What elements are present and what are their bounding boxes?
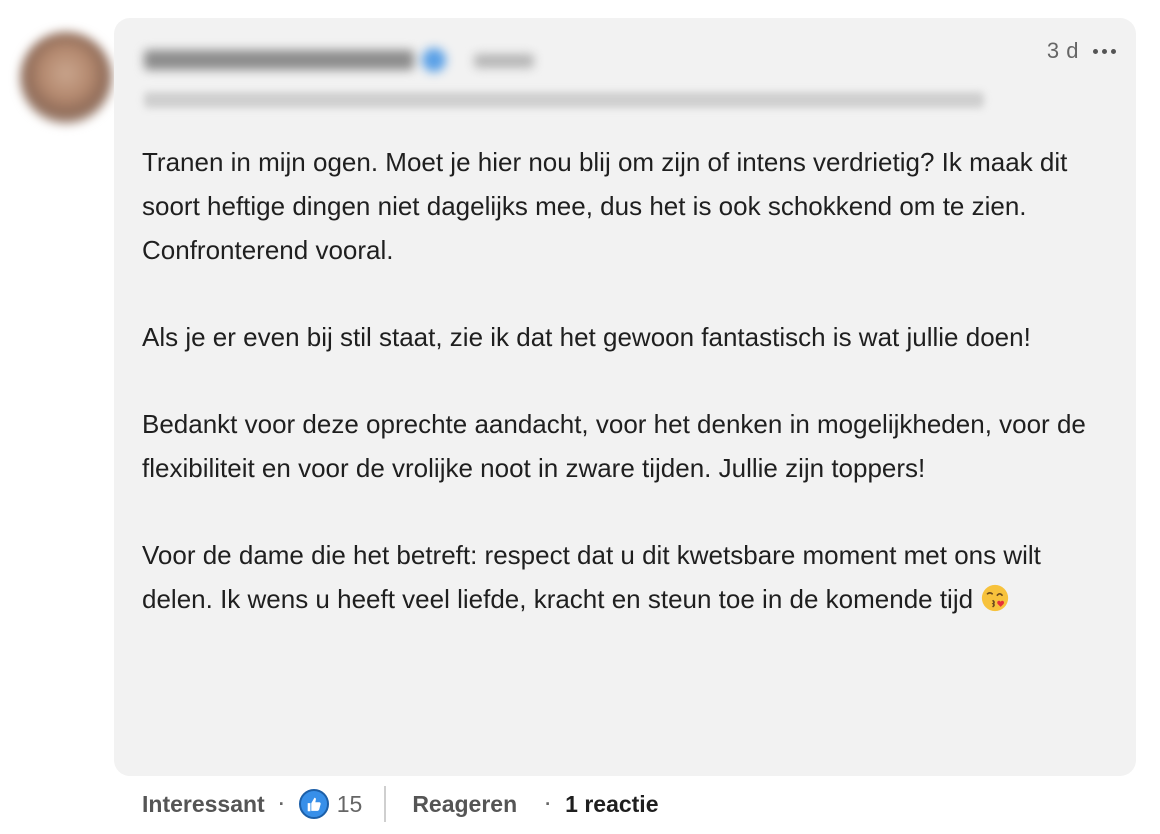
comment-meta: 3 d	[1047, 38, 1116, 64]
face-blowing-kiss-icon	[982, 584, 1009, 612]
comment-paragraph: Bedankt voor deze oprechte aandacht, voo…	[142, 409, 1086, 483]
separator-dot: ·	[545, 793, 552, 814]
author-name-blurred[interactable]	[144, 46, 564, 76]
verified-badge-icon	[422, 48, 446, 72]
reaction-count[interactable]: 15	[337, 791, 363, 818]
actions-divider	[384, 786, 387, 822]
comment-paragraph-text: Voor de dame die het betreft: respect da…	[142, 540, 1041, 614]
more-options-icon[interactable]	[1093, 43, 1116, 60]
react-button[interactable]: Interessant	[142, 791, 265, 818]
comment-paragraph-last: Voor de dame die het betreft: respect da…	[142, 533, 1112, 621]
comment-text: Tranen in mijn ogen. Moet je hier nou bl…	[142, 140, 1112, 621]
author-headline-blurred	[144, 92, 984, 108]
comment-paragraph: Als je er even bij stil staat, zie ik da…	[142, 322, 1031, 352]
comment-paragraph: Tranen in mijn ogen. Moet je hier nou bl…	[142, 147, 1068, 265]
comment-timestamp: 3 d	[1046, 38, 1079, 63]
like-reaction-icon[interactable]	[298, 789, 329, 819]
author-avatar[interactable]	[20, 32, 112, 124]
separator-dot: ·	[278, 793, 285, 814]
reply-count[interactable]: 1 reactie	[565, 791, 658, 818]
reply-button[interactable]: Reageren	[412, 791, 517, 818]
comment-actions: Interessant · 15 Reageren · 1 reactie	[142, 784, 659, 824]
